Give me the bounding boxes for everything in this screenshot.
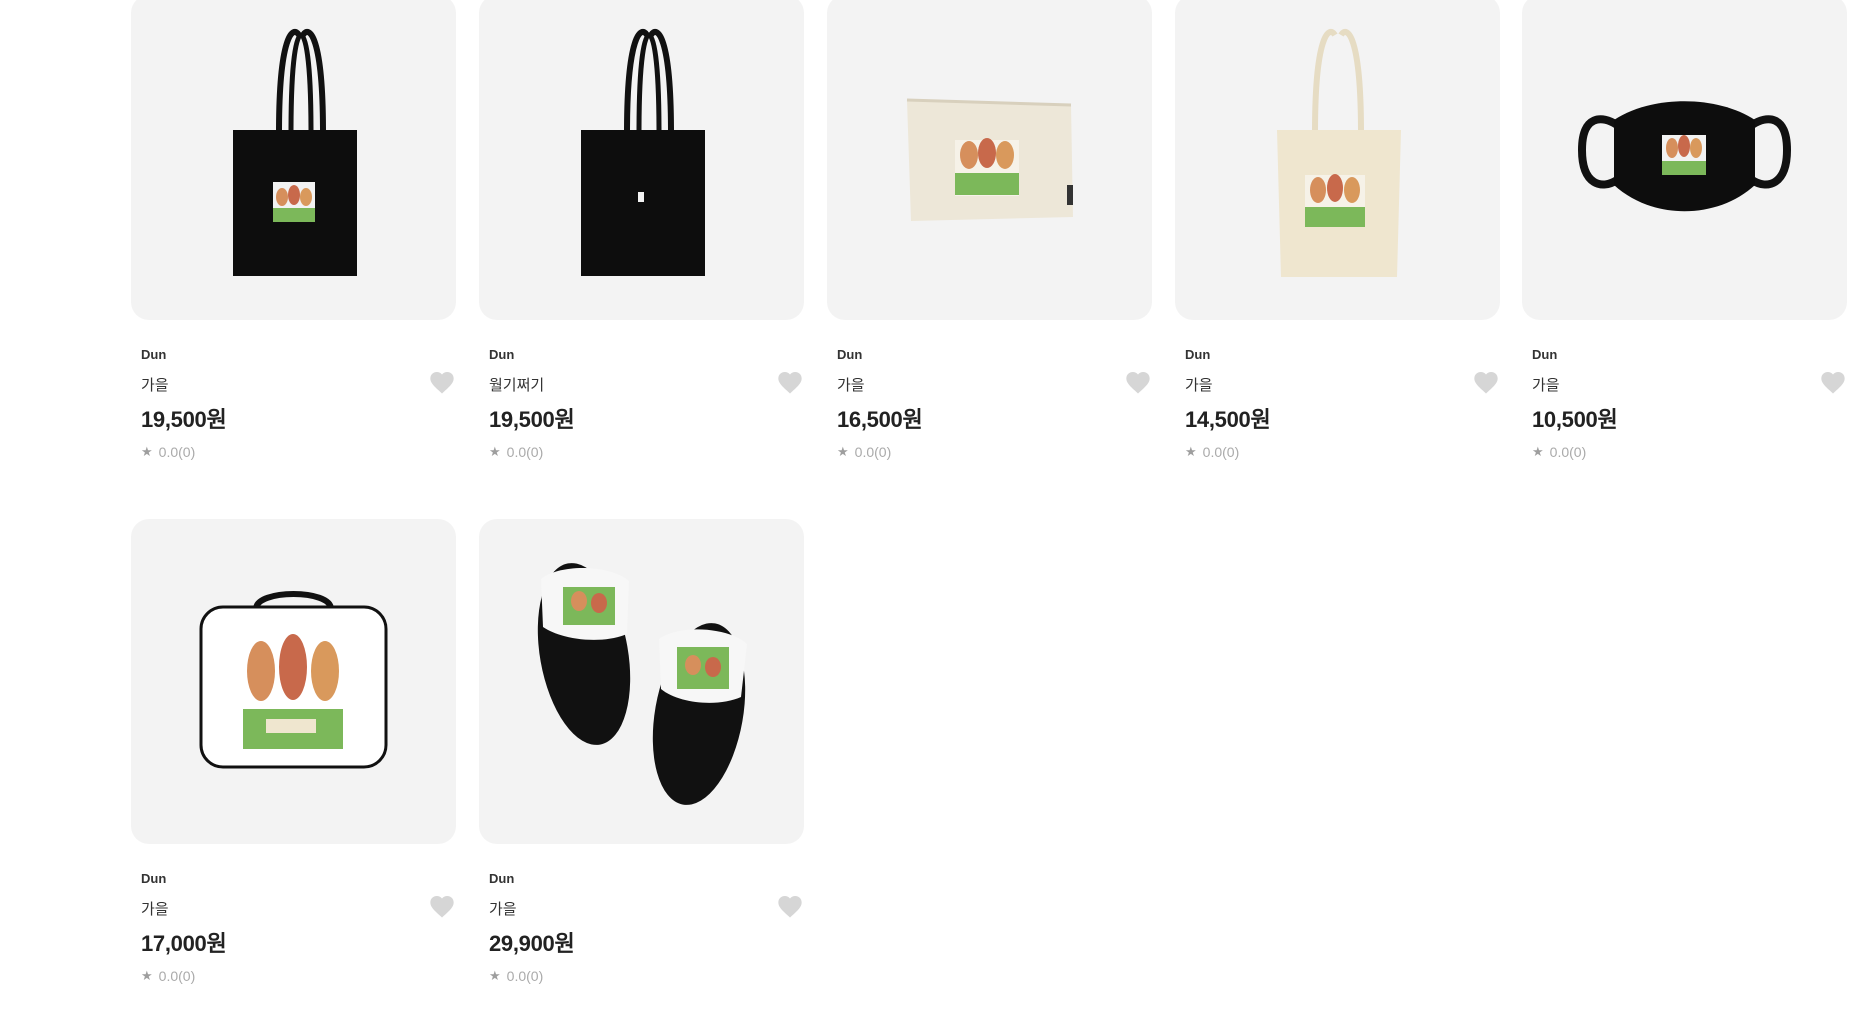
product-card[interactable]: Dun 가을 17,000원 ★ 0.0(0): [131, 519, 456, 985]
product-card[interactable]: Dun 가을 10,500원 ★ 0.0(0): [1522, 0, 1847, 461]
star-icon: ★: [837, 444, 849, 459]
star-icon: ★: [141, 968, 153, 983]
slide-sandals-image: [537, 563, 747, 805]
product-card[interactable]: Dun 월기쩌기 19,500원 ★ 0.0(0): [479, 0, 804, 461]
rating-value: 0.0(0): [506, 968, 544, 984]
product-price: 19,500원: [141, 407, 227, 432]
seller-name: Dun: [489, 347, 515, 362]
product-thumbnail[interactable]: [131, 519, 456, 844]
product-rating: ★ 0.0(0): [141, 443, 446, 461]
product-price: 14,500원: [1185, 407, 1271, 432]
star-icon: ★: [141, 444, 153, 459]
product-card[interactable]: Dun 가을 29,900원 ★ 0.0(0): [479, 519, 804, 985]
wishlist-heart-icon[interactable]: [1819, 369, 1847, 397]
product-name: 월기쩌기: [489, 377, 545, 394]
product-rating: ★ 0.0(0): [837, 443, 1142, 461]
star-icon: ★: [1532, 444, 1544, 459]
product-card[interactable]: Dun 가을 14,500원 ★ 0.0(0): [1175, 0, 1500, 461]
product-thumbnail[interactable]: [479, 0, 804, 320]
product-rating: ★ 0.0(0): [141, 967, 446, 985]
black-tote-bag-image: [233, 29, 357, 276]
black-tote-bag-image: [581, 29, 705, 276]
rating-value: 0.0(0): [1202, 444, 1240, 460]
lunch-bag-image: [199, 591, 388, 769]
product-name: 가을: [141, 377, 169, 394]
rating-value: 0.0(0): [1549, 444, 1587, 460]
product-rating: ★ 0.0(0): [489, 443, 794, 461]
product-price: 16,500원: [837, 407, 923, 432]
ivory-tote-bag-image: [1277, 29, 1401, 277]
product-thumbnail[interactable]: [827, 0, 1152, 320]
product-thumbnail[interactable]: [1175, 0, 1500, 320]
product-name: 가을: [837, 377, 865, 394]
product-name: 가을: [141, 901, 169, 918]
rating-value: 0.0(0): [854, 444, 892, 460]
product-thumbnail[interactable]: [479, 519, 804, 844]
rating-value: 0.0(0): [158, 444, 196, 460]
wishlist-heart-icon[interactable]: [1124, 369, 1152, 397]
product-card[interactable]: Dun 가을 16,500원 ★ 0.0(0): [827, 0, 1152, 461]
seller-name: Dun: [837, 347, 863, 362]
seller-name: Dun: [1185, 347, 1211, 362]
product-price: 19,500원: [489, 407, 575, 432]
product-rating: ★ 0.0(0): [1532, 443, 1837, 461]
product-thumbnail[interactable]: [131, 0, 456, 320]
product-rating: ★ 0.0(0): [489, 967, 794, 985]
product-price: 10,500원: [1532, 407, 1618, 432]
star-icon: ★: [1185, 444, 1197, 459]
product-rating: ★ 0.0(0): [1185, 443, 1490, 461]
star-icon: ★: [489, 444, 501, 459]
seller-name: Dun: [489, 871, 515, 886]
rating-value: 0.0(0): [158, 968, 196, 984]
product-thumbnail[interactable]: [1522, 0, 1847, 320]
wishlist-heart-icon[interactable]: [428, 369, 456, 397]
product-price: 29,900원: [489, 931, 575, 956]
rating-value: 0.0(0): [506, 444, 544, 460]
product-name: 가을: [489, 901, 517, 918]
star-icon: ★: [489, 968, 501, 983]
seller-name: Dun: [1532, 347, 1558, 362]
wishlist-heart-icon[interactable]: [776, 369, 804, 397]
wishlist-heart-icon[interactable]: [428, 893, 456, 921]
seller-name: Dun: [141, 347, 167, 362]
black-face-mask-image: [1578, 101, 1791, 212]
product-grid: Dun 가을 19,500원 ★ 0.0(0) Dun 월기쩌기 19,500원…: [0, 0, 1854, 1024]
product-price: 17,000원: [141, 931, 227, 956]
wishlist-heart-icon[interactable]: [776, 893, 804, 921]
product-name: 가을: [1185, 377, 1213, 394]
wishlist-heart-icon[interactable]: [1472, 369, 1500, 397]
canvas-pouch-image: [906, 98, 1073, 221]
product-name: 가을: [1532, 377, 1560, 394]
product-card[interactable]: Dun 가을 19,500원 ★ 0.0(0): [131, 0, 456, 461]
seller-name: Dun: [141, 871, 167, 886]
